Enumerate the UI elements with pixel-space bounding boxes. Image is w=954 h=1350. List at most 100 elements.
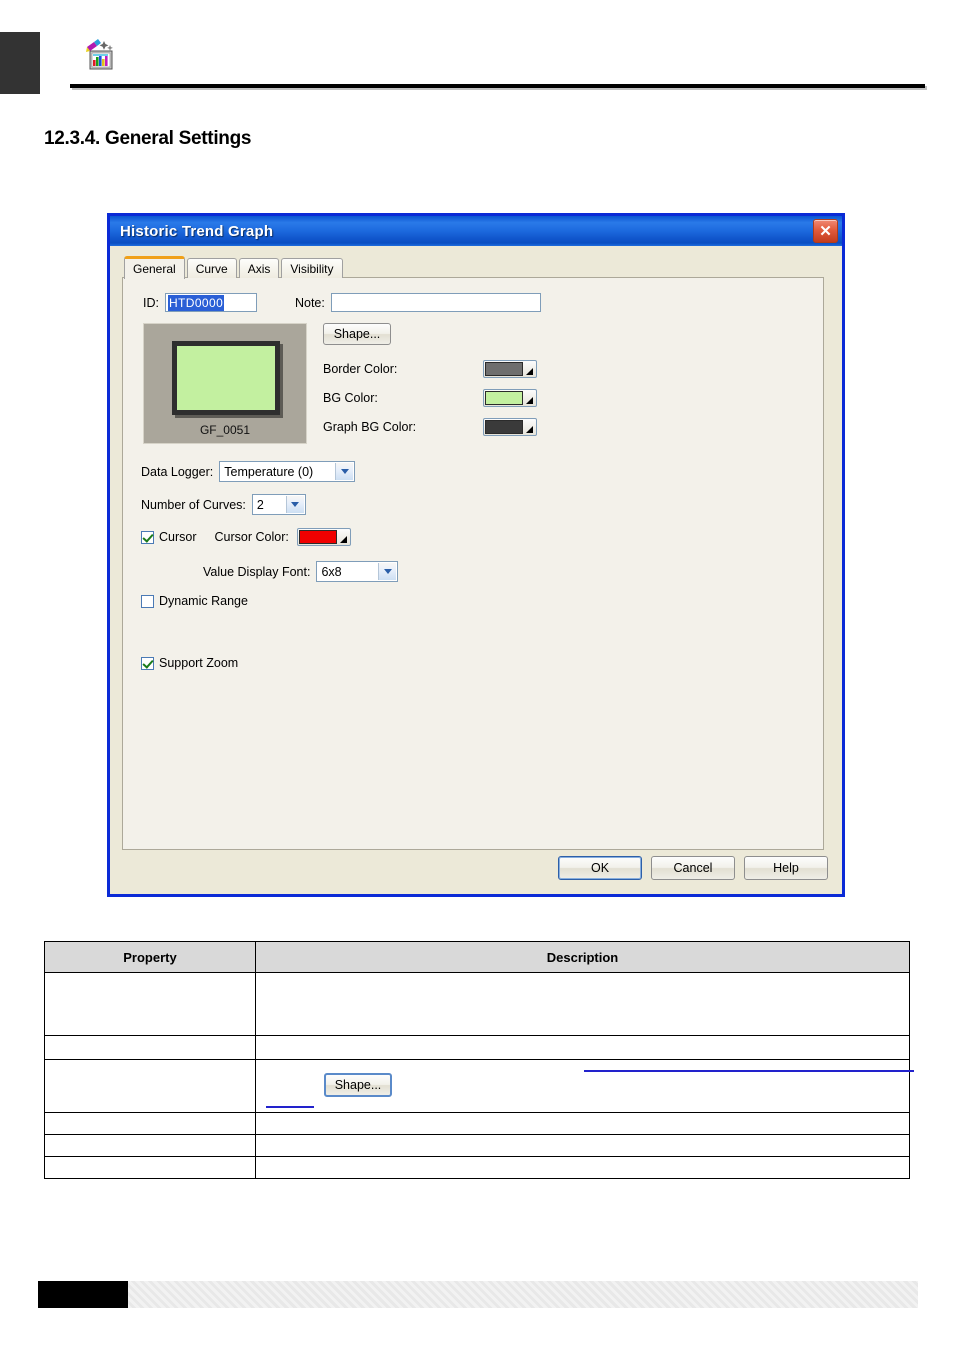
value-display-font-select[interactable]: 6x8 bbox=[316, 561, 399, 582]
header-black-block bbox=[0, 32, 40, 94]
border-color-button[interactable] bbox=[483, 360, 537, 378]
bg-color-button[interactable] bbox=[483, 389, 537, 407]
dropdown-arrow-icon bbox=[526, 426, 533, 433]
cell-description bbox=[255, 1112, 910, 1135]
chevron-down-icon bbox=[335, 463, 354, 480]
dropdown-arrow-icon bbox=[526, 368, 533, 375]
cursor-color-swatch bbox=[298, 530, 337, 544]
cancel-button[interactable]: Cancel bbox=[651, 856, 735, 880]
support-zoom-label: Support Zoom bbox=[159, 656, 239, 670]
header-rule bbox=[70, 84, 925, 88]
graph-bg-color-swatch bbox=[485, 420, 523, 434]
bg-color-label: BG Color: bbox=[323, 391, 378, 405]
border-color-label: Border Color: bbox=[323, 362, 398, 376]
table-row bbox=[44, 1134, 910, 1157]
dropdown-arrow-icon bbox=[526, 397, 533, 404]
close-icon[interactable]: ✕ bbox=[813, 219, 838, 243]
number-of-curves-label: Number of Curves: bbox=[141, 497, 246, 512]
dialog-body: General Curve Axis Visibility ID: HTD000… bbox=[110, 246, 842, 894]
cell-description: Shape... bbox=[255, 1059, 914, 1113]
graph-bg-color-label: Graph BG Color: bbox=[323, 420, 417, 434]
link-underline-right[interactable] bbox=[584, 1070, 914, 1072]
id-note-row: ID: HTD0000 Note: bbox=[143, 293, 541, 312]
help-button[interactable]: Help bbox=[744, 856, 828, 880]
shape-preview-graphic bbox=[172, 341, 280, 415]
palette-graph-icon bbox=[84, 38, 116, 72]
column-header-property: Property bbox=[44, 941, 256, 973]
id-input-value: HTD0000 bbox=[167, 294, 225, 311]
dynamic-range-label: Dynamic Range bbox=[159, 594, 248, 608]
page-footer bbox=[0, 1281, 954, 1311]
dialog-title: Historic Trend Graph bbox=[120, 222, 274, 240]
value-display-font-label: Value Display Font: bbox=[203, 564, 311, 579]
tab-curve[interactable]: Curve bbox=[186, 258, 237, 278]
dynamic-range-checkbox[interactable] bbox=[141, 594, 154, 608]
table-row bbox=[44, 1112, 910, 1135]
table-row bbox=[44, 1035, 910, 1060]
dynamic-range-row: Dynamic Range bbox=[141, 594, 248, 608]
border-color-swatch bbox=[485, 362, 523, 376]
dialog-footer: OK Cancel Help bbox=[558, 856, 828, 880]
id-input[interactable]: HTD0000 bbox=[164, 293, 257, 312]
number-of-curves-row: Number of Curves: 2 bbox=[141, 494, 306, 515]
data-logger-select[interactable]: Temperature (0) bbox=[219, 461, 356, 482]
table-row bbox=[44, 1156, 910, 1179]
shape-button[interactable]: Shape... bbox=[323, 323, 391, 345]
chevron-down-icon bbox=[378, 563, 397, 580]
cell-description bbox=[255, 972, 910, 1036]
cell-description bbox=[255, 1156, 910, 1179]
number-of-curves-value: 2 bbox=[256, 497, 264, 512]
cursor-label: Cursor bbox=[159, 530, 197, 544]
chevron-down-icon bbox=[285, 496, 304, 513]
support-zoom-row: Support Zoom bbox=[141, 656, 238, 670]
link-underline-left[interactable] bbox=[266, 1106, 314, 1108]
tab-axis[interactable]: Axis bbox=[238, 258, 280, 278]
column-header-description: Description bbox=[255, 941, 910, 973]
cell-property bbox=[44, 1134, 256, 1157]
support-zoom-checkbox[interactable] bbox=[141, 656, 154, 670]
cell-property bbox=[44, 1035, 256, 1060]
table-row bbox=[44, 972, 910, 1036]
data-logger-label: Data Logger: bbox=[141, 464, 214, 479]
graph-bg-color-row: Graph BG Color: bbox=[323, 418, 537, 436]
page-title: 12.3.4. General Settings bbox=[44, 128, 252, 149]
dropdown-arrow-icon bbox=[339, 536, 347, 543]
cursor-checkbox[interactable] bbox=[141, 530, 154, 544]
tabstrip: General Curve Axis Visibility bbox=[124, 256, 345, 279]
cell-property bbox=[44, 1112, 256, 1135]
property-description-table: Property Description Shape... bbox=[44, 941, 914, 1179]
cursor-color-button[interactable] bbox=[296, 528, 351, 546]
note-label: Note: bbox=[294, 295, 325, 310]
tab-visibility[interactable]: Visibility bbox=[281, 258, 343, 278]
table-row: Shape... bbox=[44, 1059, 914, 1113]
value-display-font-value: 6x8 bbox=[321, 564, 342, 579]
footer-grey-band bbox=[128, 1281, 918, 1308]
cursor-color-label: Cursor Color: bbox=[214, 530, 289, 544]
tab-page-general: ID: HTD0000 Note: GF_0051 Shape... Borde… bbox=[122, 277, 824, 850]
graph-bg-color-button[interactable] bbox=[483, 418, 537, 436]
cell-description bbox=[255, 1035, 910, 1060]
data-logger-value: Temperature (0) bbox=[224, 464, 314, 479]
cell-property bbox=[44, 972, 256, 1036]
bg-color-row: BG Color: bbox=[323, 389, 537, 407]
page-header bbox=[0, 0, 954, 110]
cell-description bbox=[255, 1134, 910, 1157]
footer-black-block bbox=[38, 1281, 128, 1308]
number-of-curves-select[interactable]: 2 bbox=[251, 494, 306, 515]
border-color-row: Border Color: bbox=[323, 360, 537, 378]
data-logger-row: Data Logger: Temperature (0) bbox=[141, 461, 356, 482]
table-shape-button[interactable]: Shape... bbox=[324, 1073, 392, 1097]
table-header-row: Property Description bbox=[44, 941, 910, 973]
shape-preview: GF_0051 bbox=[143, 323, 307, 444]
cell-property bbox=[44, 1059, 256, 1113]
tab-general[interactable]: General bbox=[124, 256, 185, 279]
note-input[interactable] bbox=[330, 293, 541, 312]
historic-trend-graph-dialog: Historic Trend Graph ✕ General Curve Axi… bbox=[107, 213, 845, 897]
ok-button[interactable]: OK bbox=[558, 856, 642, 880]
bg-color-swatch bbox=[485, 391, 523, 405]
shape-preview-caption: GF_0051 bbox=[199, 423, 251, 437]
value-display-font-row: Value Display Font: 6x8 bbox=[203, 561, 399, 582]
cell-property bbox=[44, 1156, 256, 1179]
dialog-titlebar: Historic Trend Graph ✕ bbox=[110, 216, 842, 246]
cursor-row: Cursor Cursor Color: bbox=[141, 528, 351, 546]
